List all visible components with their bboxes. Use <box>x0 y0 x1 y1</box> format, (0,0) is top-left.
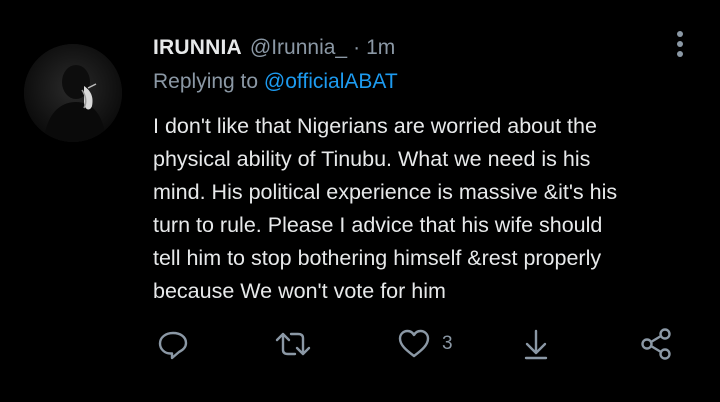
avatar-image <box>24 44 122 142</box>
reply-mention-link[interactable]: @officialABAT <box>264 70 398 93</box>
retweet-icon <box>275 332 311 356</box>
separator-dot: · <box>353 36 361 59</box>
tweet-text-line: turn to rule. Please I advice that his w… <box>153 213 603 237</box>
like-button[interactable]: 3 <box>396 322 453 366</box>
replying-to: Replying to @officialABAT <box>153 70 398 94</box>
share-button[interactable] <box>638 322 674 366</box>
share-icon <box>641 328 671 360</box>
avatar[interactable] <box>24 44 122 142</box>
tweet-text-line: because We won't vote for him <box>153 279 446 303</box>
tweet-text-line: mind. His political experience is massiv… <box>153 180 618 204</box>
more-options-button[interactable] <box>668 28 692 62</box>
tweet[interactable]: IRUNNIA @Irunnia_ · 1m Replying to @offi… <box>0 0 720 402</box>
tweet-text-line: I don't like that Nigerians are worried … <box>153 114 597 138</box>
replying-to-label: Replying to <box>153 70 259 93</box>
reply-button[interactable] <box>155 322 191 366</box>
user-handle[interactable]: @Irunnia_ <box>250 36 347 60</box>
tweet-header: IRUNNIA @Irunnia_ · 1m <box>153 33 395 63</box>
like-count: 3 <box>442 333 453 354</box>
tweet-text-line: tell him to stop bothering himself &rest… <box>153 246 602 270</box>
tweet-actions: 3 <box>0 322 720 366</box>
tweet-text: I don't like that Nigerians are worried … <box>153 110 693 308</box>
heart-icon <box>398 329 430 358</box>
download-button[interactable] <box>518 322 554 366</box>
tweet-text-line: physical ability of Tinubu. What we need… <box>153 147 591 171</box>
display-name[interactable]: IRUNNIA <box>153 36 242 60</box>
timestamp[interactable]: 1m <box>366 36 395 60</box>
retweet-button[interactable] <box>274 322 312 366</box>
more-vertical-icon <box>677 31 683 57</box>
download-icon <box>524 329 548 360</box>
reply-icon <box>158 331 188 360</box>
